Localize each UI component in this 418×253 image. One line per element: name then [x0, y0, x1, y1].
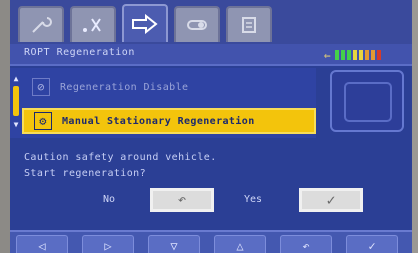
- list-item-regeneration-disable[interactable]: ⊘ Regeneration Disable: [22, 74, 316, 100]
- back-icon: ↶: [302, 239, 310, 253]
- softkey-bar: ◁ ▷ ▽ △ ↶ ✓: [10, 230, 412, 253]
- manual-regen-icon: ⚙: [34, 112, 52, 130]
- list-item-label: Manual Stationary Regeneration: [62, 115, 255, 127]
- softkey-left[interactable]: ◁: [16, 235, 68, 253]
- tab-bar: [10, 0, 412, 44]
- preview-panel: [330, 70, 404, 132]
- softkey-up[interactable]: △: [214, 235, 266, 253]
- softkey-confirm[interactable]: ✓: [346, 235, 398, 253]
- scroll-thumb[interactable]: [13, 86, 19, 116]
- no-label: No: [103, 194, 116, 205]
- menu-list: ⊘ Regeneration Disable ⚙ Manual Stationa…: [10, 68, 316, 138]
- arrow-up-icon: △: [236, 239, 244, 253]
- arrow-left-icon: ◁: [38, 239, 46, 253]
- tab-info[interactable]: [226, 6, 272, 42]
- softkey-back[interactable]: ↶: [280, 235, 332, 253]
- check-icon: ✓: [368, 239, 376, 253]
- softkey-right[interactable]: ▷: [82, 235, 134, 253]
- level-bar: [346, 50, 351, 60]
- disable-icon: ⊘: [32, 78, 50, 96]
- bezel-left: [0, 0, 10, 253]
- screen-header: ROPT Regeneration ⇐: [10, 44, 412, 66]
- level-bar: [364, 50, 369, 60]
- message-line: Caution safety around vehicle.: [24, 152, 217, 163]
- regeneration-level-indicator: ⇐: [324, 48, 414, 62]
- tab-tools[interactable]: [70, 6, 116, 42]
- tab-regeneration[interactable]: [122, 4, 168, 42]
- preview-frame: [344, 82, 392, 122]
- softkey-down[interactable]: ▽: [148, 235, 200, 253]
- list-scrollbar[interactable]: ▲ ▼: [12, 74, 20, 130]
- level-bar: [340, 50, 345, 60]
- page-title: ROPT Regeneration: [24, 47, 135, 58]
- check-icon: ✓: [326, 191, 336, 209]
- tab-settings[interactable]: [174, 6, 220, 42]
- level-bar: [334, 50, 339, 60]
- message-line: Start regeneration?: [24, 168, 146, 179]
- level-bar: [358, 50, 363, 60]
- list-item-manual-stationary-regeneration[interactable]: ⚙ Manual Stationary Regeneration: [22, 108, 316, 134]
- arrow-right-icon: ▷: [104, 239, 112, 253]
- yes-label: Yes: [244, 194, 263, 205]
- list-item-label: Regeneration Disable: [60, 81, 189, 93]
- bezel-right: [412, 0, 418, 253]
- arrow-icon: ⇐: [324, 48, 331, 62]
- wrench-icon: [30, 15, 52, 35]
- arrow-down-icon: ▽: [170, 239, 178, 253]
- scroll-up-icon[interactable]: ▲: [12, 74, 20, 84]
- confirmation-message: Caution safety around vehicle. Start reg…: [24, 150, 324, 182]
- tools-icon: [80, 15, 106, 35]
- scroll-down-icon[interactable]: ▼: [12, 120, 20, 130]
- undo-icon: ↶: [177, 192, 187, 208]
- tab-service[interactable]: [18, 6, 64, 42]
- no-button[interactable]: ↶: [150, 188, 214, 212]
- level-bar: [370, 50, 375, 60]
- display-screen: ROPT Regeneration ⇐ ⊘ Regeneration Disab…: [0, 0, 418, 253]
- arrow-right-icon: [130, 14, 160, 34]
- document-icon: [239, 15, 259, 35]
- switch-icon: [184, 15, 210, 35]
- yes-button[interactable]: ✓: [299, 188, 363, 212]
- level-bar: [376, 50, 381, 60]
- level-bar: [352, 50, 357, 60]
